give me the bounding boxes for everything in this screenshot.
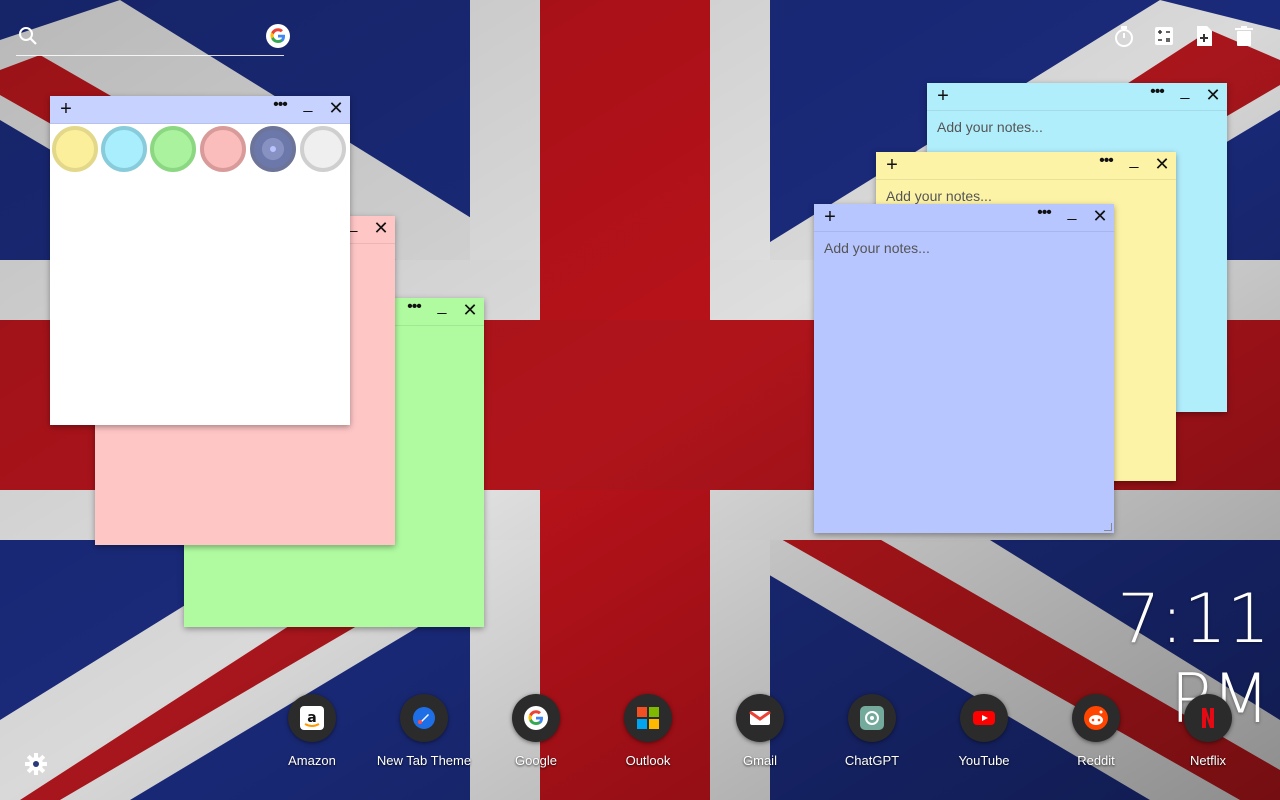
shortcut-gmail[interactable]: Gmail (704, 694, 816, 774)
shortcut-label: YouTube (958, 753, 1010, 768)
top-toolbar (1112, 24, 1262, 50)
shortcut-reddit[interactable]: Reddit (1040, 694, 1152, 774)
shortcut-label: Netflix (1189, 753, 1227, 768)
close-icon[interactable]: ✕ (371, 218, 391, 238)
note-placeholder: Add your notes... (824, 240, 930, 256)
shortcut-label: Amazon (288, 753, 336, 768)
shortcut-label: Outlook (625, 753, 671, 768)
close-icon[interactable]: ✕ (1090, 206, 1110, 226)
minimize-icon[interactable]: _ (1062, 204, 1082, 226)
netflix-icon (1184, 694, 1232, 742)
shortcut-new-tab-theme[interactable]: New Tab Theme (368, 694, 480, 774)
google-search-icon[interactable] (266, 24, 290, 48)
note-header: + ••• _ ✕ (876, 152, 1176, 180)
note-placeholder: Add your notes... (886, 188, 992, 204)
note-header: + ••• _ ✕ (50, 96, 350, 124)
trash-icon[interactable] (1232, 24, 1256, 48)
shortcut-chatgpt[interactable]: ChatGPT (816, 694, 928, 774)
minimize-icon[interactable]: _ (432, 298, 452, 320)
more-options-icon[interactable]: ••• (403, 299, 425, 320)
close-icon[interactable]: ✕ (1152, 154, 1172, 174)
new-note-icon[interactable] (1192, 24, 1216, 48)
minimize-icon[interactable]: _ (1124, 152, 1144, 174)
reddit-icon (1072, 694, 1120, 742)
more-options-icon[interactable]: ••• (269, 97, 291, 118)
shortcut-label: ChatGPT (844, 753, 900, 768)
clock: 7:11 PM (1117, 580, 1270, 739)
close-icon[interactable]: ✕ (326, 98, 346, 118)
add-note-icon[interactable]: + (820, 206, 840, 228)
note-header: + ••• _ ✕ (814, 204, 1114, 232)
search-bar (16, 20, 290, 56)
youtube-icon (960, 694, 1008, 742)
color-picker (50, 124, 350, 174)
note-textarea[interactable]: Add your notes... (927, 111, 1227, 143)
more-options-icon[interactable]: ••• (1033, 205, 1055, 226)
calculator-icon[interactable] (1152, 24, 1176, 48)
gmail-icon (736, 694, 784, 742)
color-swatch-green[interactable] (150, 126, 196, 172)
minimize-icon[interactable]: _ (1175, 83, 1195, 105)
sticky-note-white[interactable]: + ••• _ ✕ (50, 96, 350, 425)
color-swatch-yellow[interactable] (52, 126, 98, 172)
new-tab-theme-icon (400, 694, 448, 742)
add-note-icon[interactable]: + (882, 154, 902, 176)
amazon-icon: a (288, 694, 336, 742)
color-swatch-white[interactable] (300, 126, 346, 172)
outlook-icon (624, 694, 672, 742)
shortcut-youtube[interactable]: YouTube (928, 694, 1040, 774)
shortcut-label: New Tab Theme (376, 753, 472, 768)
sticky-note-blue[interactable]: + ••• _ ✕ Add your notes... (814, 204, 1114, 533)
close-icon[interactable]: ✕ (1203, 85, 1223, 105)
note-placeholder: Add your notes... (937, 119, 1043, 135)
shortcut-label: Gmail (743, 753, 777, 768)
chatgpt-icon (848, 694, 896, 742)
more-options-icon[interactable]: ••• (1146, 84, 1168, 105)
shortcut-dock: a Amazon New Tab Theme Google Outlook Gm (256, 694, 1266, 774)
shortcut-amazon[interactable]: a Amazon (256, 694, 368, 774)
svg-text:a: a (307, 710, 316, 726)
shortcut-outlook[interactable]: Outlook (592, 694, 704, 774)
search-icon (19, 27, 37, 45)
resize-handle[interactable] (1104, 523, 1112, 531)
color-swatch-blue[interactable] (250, 126, 296, 172)
note-textarea[interactable]: Add your notes... (814, 232, 1114, 264)
add-note-icon[interactable]: + (56, 98, 76, 120)
close-icon[interactable]: ✕ (460, 300, 480, 320)
add-note-icon[interactable]: + (933, 85, 953, 107)
color-swatch-cyan[interactable] (101, 126, 147, 172)
shortcut-netflix[interactable]: Netflix (1152, 694, 1264, 774)
shortcut-google[interactable]: Google (480, 694, 592, 774)
shortcut-label: Google (515, 753, 557, 768)
timer-icon[interactable] (1112, 24, 1136, 48)
google-icon (512, 694, 560, 742)
minimize-icon[interactable]: _ (298, 96, 318, 118)
note-header: + ••• _ ✕ (927, 83, 1227, 111)
color-swatch-pink[interactable] (200, 126, 246, 172)
search-input[interactable] (46, 26, 246, 48)
shortcut-label: Reddit (1077, 753, 1115, 768)
gear-icon[interactable] (24, 752, 48, 776)
more-options-icon[interactable]: ••• (1095, 153, 1117, 174)
